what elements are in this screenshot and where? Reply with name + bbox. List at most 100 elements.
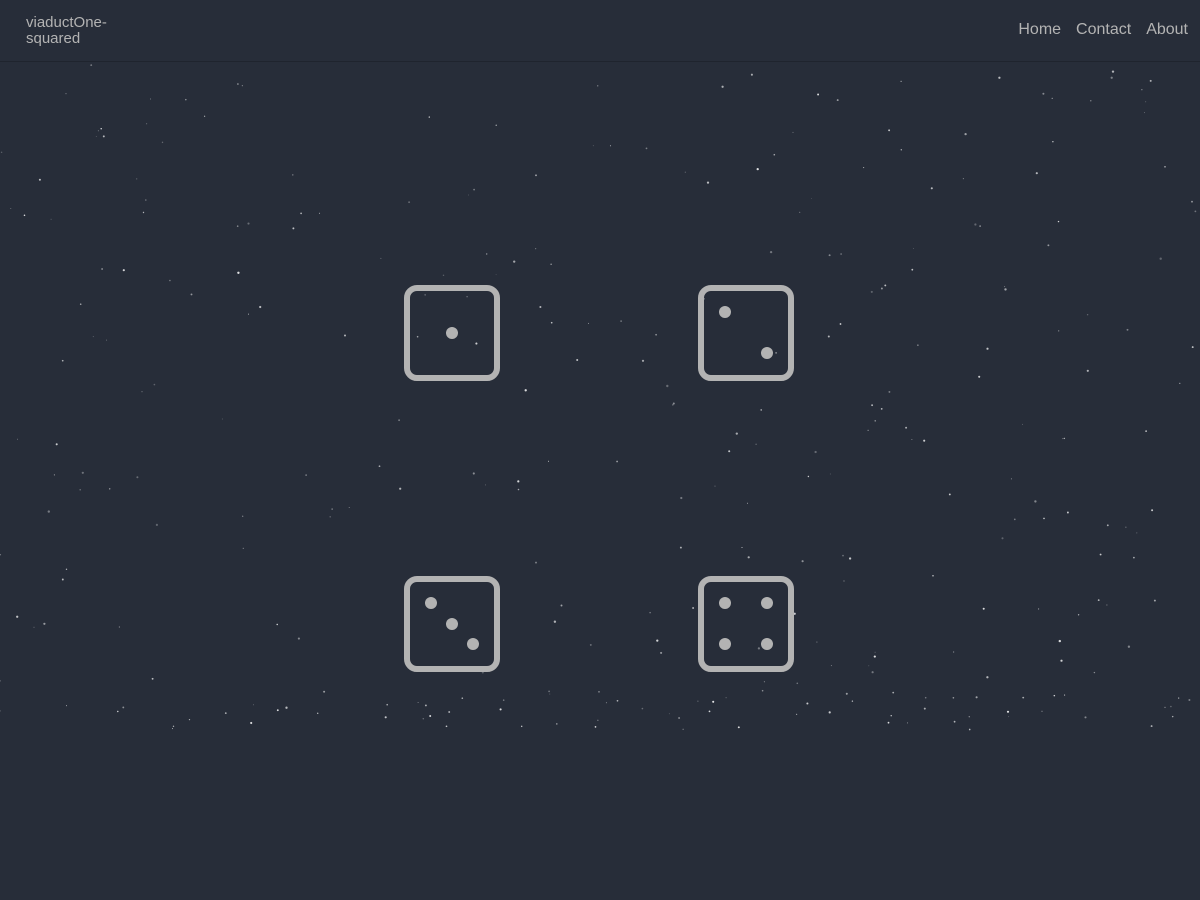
star (907, 722, 909, 724)
star (547, 460, 550, 462)
star (597, 85, 599, 87)
star (799, 211, 801, 214)
star (1064, 694, 1066, 696)
star (1022, 696, 1025, 699)
star (1022, 423, 1023, 425)
star (65, 568, 68, 570)
star (145, 199, 147, 201)
star (486, 253, 488, 255)
star (253, 704, 254, 706)
star (136, 476, 139, 479)
star (924, 696, 927, 699)
star (867, 429, 869, 431)
brand-link[interactable]: viaductOne- squared (26, 15, 126, 47)
star (250, 721, 253, 725)
star (1141, 89, 1143, 91)
star (502, 699, 505, 701)
star (386, 703, 389, 706)
star (95, 136, 97, 137)
die-three-icon[interactable] (404, 576, 500, 672)
star (1058, 639, 1061, 643)
star (1151, 509, 1154, 512)
star (975, 696, 978, 699)
die-one-icon[interactable] (404, 285, 500, 381)
star (106, 339, 108, 341)
star (17, 438, 18, 440)
star (1062, 438, 1064, 440)
star (900, 149, 902, 151)
star (769, 250, 773, 254)
star (539, 305, 542, 309)
star (141, 391, 143, 393)
star (329, 516, 331, 518)
star (1035, 172, 1038, 175)
star (645, 147, 648, 150)
die-four-icon[interactable] (698, 576, 794, 672)
star (38, 178, 41, 181)
star (763, 681, 765, 683)
star (620, 320, 622, 322)
star (1057, 220, 1060, 223)
star (384, 716, 387, 719)
star (760, 409, 762, 411)
star (16, 615, 19, 618)
star (1194, 210, 1197, 213)
star (666, 384, 669, 388)
nav-link-about[interactable]: About (1146, 21, 1188, 39)
star (725, 697, 727, 699)
star (1058, 330, 1060, 332)
brand-line-1: viaductOne- (26, 14, 107, 31)
star (807, 475, 810, 478)
star (399, 487, 402, 490)
star (1093, 671, 1096, 674)
star (874, 420, 876, 422)
star (845, 692, 848, 695)
star (524, 389, 527, 392)
star (185, 98, 187, 101)
star (747, 556, 750, 559)
star (888, 390, 891, 393)
star (801, 560, 804, 563)
nav-link-home[interactable]: Home (1018, 21, 1061, 39)
star (1038, 608, 1040, 610)
star (863, 167, 865, 169)
star (560, 604, 563, 607)
star (172, 725, 175, 727)
star (1043, 517, 1045, 520)
star (1006, 710, 1010, 713)
star (242, 547, 244, 550)
star (0, 553, 2, 556)
star (829, 473, 831, 475)
star (23, 214, 26, 217)
star (118, 626, 121, 628)
star (297, 637, 300, 640)
star (982, 607, 985, 610)
star (556, 723, 558, 725)
star (1013, 518, 1016, 521)
star (697, 700, 699, 702)
star (712, 700, 715, 703)
star (429, 715, 432, 717)
star (495, 124, 497, 126)
star (773, 153, 776, 156)
star (1133, 556, 1135, 559)
star (816, 641, 818, 643)
star (1153, 599, 1156, 602)
star (499, 708, 502, 711)
star (948, 493, 951, 496)
star (61, 359, 64, 362)
star (1041, 710, 1043, 712)
star (331, 508, 333, 510)
star (136, 178, 138, 180)
die-two-icon[interactable] (698, 285, 794, 381)
star (1099, 553, 1102, 556)
star (1164, 165, 1166, 168)
nav-link-contact[interactable]: Contact (1076, 21, 1131, 39)
star (842, 554, 844, 557)
star (1164, 706, 1166, 709)
star (830, 665, 832, 667)
star (535, 248, 537, 250)
star (10, 208, 12, 209)
nav-links: Home Contact About (1018, 21, 1188, 39)
star (79, 303, 82, 305)
